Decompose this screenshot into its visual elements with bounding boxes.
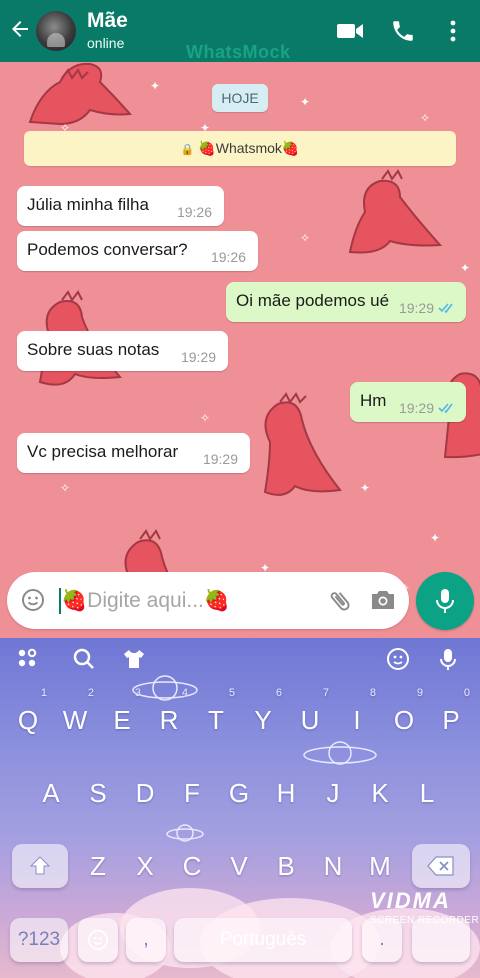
message-time: 19:29 bbox=[398, 300, 434, 316]
dinosaur-wallpaper-icon bbox=[348, 169, 443, 254]
date-chip: HOJE bbox=[212, 84, 268, 112]
sparkle-icon: ✧ bbox=[300, 231, 311, 245]
sparkle-icon: ✧ bbox=[420, 111, 431, 125]
symbols-key[interactable]: ?123 bbox=[10, 918, 68, 962]
contact-status: online bbox=[87, 35, 125, 51]
sparkle-icon: ✧ bbox=[200, 411, 211, 425]
app-watermark: WhatsMock bbox=[186, 42, 291, 62]
sparkle-icon: ✦ bbox=[150, 79, 161, 93]
sticker-icon[interactable] bbox=[386, 647, 410, 671]
message-text: Oi mãe podemos ué bbox=[236, 291, 390, 310]
vidma-logo: VIDMA bbox=[370, 888, 451, 913]
message-time: 19:29 bbox=[398, 400, 434, 416]
key-h[interactable]: H bbox=[263, 769, 309, 817]
on-screen-keyboard: Q1 W2 E3 R4 T5 Y6 U7 I8 O9 P0 A S D F G … bbox=[0, 638, 480, 978]
screen-recorder-watermark: VIDMA SCREEN RECORDER bbox=[370, 888, 479, 926]
read-receipt-icon bbox=[438, 303, 453, 314]
microphone-icon bbox=[436, 589, 454, 613]
message-input[interactable] bbox=[61, 585, 311, 617]
sparkle-icon: ✦ bbox=[360, 481, 371, 495]
phone-call-icon[interactable] bbox=[389, 18, 417, 44]
voice-message-button[interactable] bbox=[416, 572, 474, 630]
more-options-icon[interactable] bbox=[443, 18, 463, 44]
emoji-icon[interactable] bbox=[21, 588, 45, 612]
key-g[interactable]: G bbox=[216, 769, 262, 817]
apps-grid-icon[interactable] bbox=[16, 647, 40, 671]
key-d[interactable]: D bbox=[122, 769, 168, 817]
key-m[interactable]: M bbox=[357, 842, 403, 890]
key-c[interactable]: C bbox=[169, 842, 215, 890]
message-bubble[interactable]: Vc precisa melhorar 19:29 bbox=[17, 433, 250, 473]
key-v[interactable]: V bbox=[216, 842, 262, 890]
key-x[interactable]: X bbox=[122, 842, 168, 890]
chat-area[interactable]: ✦ ✦ ✧ ✧ ✦ ✦ ✧ ✦ ✧ ✦ ✦ ✧ ✦ ✧ ✦ HOJE 🔒🍓Wha… bbox=[0, 62, 480, 638]
message-time: 19:26 bbox=[176, 204, 212, 220]
key-q[interactable]: Q1 bbox=[5, 688, 51, 744]
key-n[interactable]: N bbox=[310, 842, 356, 890]
read-receipt-icon bbox=[438, 403, 453, 414]
key-t[interactable]: T5 bbox=[193, 688, 239, 744]
key-s[interactable]: S bbox=[75, 769, 121, 817]
key-p[interactable]: P0 bbox=[428, 688, 474, 744]
key-f[interactable]: F bbox=[169, 769, 215, 817]
emoji-key[interactable] bbox=[78, 918, 118, 962]
emoji-icon bbox=[87, 929, 109, 951]
key-a[interactable]: A bbox=[28, 769, 74, 817]
back-arrow-icon[interactable] bbox=[8, 17, 32, 41]
message-time: 19:29 bbox=[202, 451, 238, 467]
message-bubble[interactable]: Oi mãe podemos ué 19:29 bbox=[226, 282, 466, 322]
contact-avatar[interactable] bbox=[36, 11, 76, 51]
message-text: Sobre suas notas bbox=[27, 340, 160, 359]
message-bubble[interactable]: Júlia minha filha 19:26 bbox=[17, 186, 224, 226]
vidma-subtitle: SCREEN RECORDER bbox=[370, 915, 480, 926]
message-text: Hm bbox=[360, 391, 387, 410]
sparkle-icon: ✦ bbox=[430, 531, 441, 545]
lock-icon: 🔒 bbox=[180, 144, 195, 156]
attachment-icon[interactable] bbox=[327, 587, 353, 615]
key-r[interactable]: R4 bbox=[146, 688, 192, 744]
message-time: 19:29 bbox=[180, 349, 216, 365]
message-bubble[interactable]: Hm 19:29 bbox=[350, 382, 466, 422]
contact-name[interactable]: Mãe bbox=[87, 9, 128, 33]
key-o[interactable]: O9 bbox=[381, 688, 427, 744]
key-z[interactable]: Z bbox=[75, 842, 121, 890]
theme-shirt-icon[interactable] bbox=[122, 647, 146, 671]
search-icon[interactable] bbox=[72, 647, 96, 671]
keyboard-toolbar bbox=[0, 638, 480, 680]
message-bubble[interactable]: Sobre suas notas 19:29 bbox=[17, 331, 228, 371]
shift-key[interactable] bbox=[12, 844, 68, 888]
video-call-icon[interactable] bbox=[336, 18, 364, 44]
key-e[interactable]: E3 bbox=[99, 688, 145, 744]
camera-icon[interactable] bbox=[369, 588, 397, 612]
message-bubble[interactable]: Podemos conversar? 19:26 bbox=[17, 231, 258, 271]
key-l[interactable]: L bbox=[404, 769, 450, 817]
sparkle-icon: ✦ bbox=[460, 261, 471, 275]
backspace-key[interactable] bbox=[412, 844, 470, 888]
voice-input-icon[interactable] bbox=[436, 647, 460, 671]
shift-arrow-icon bbox=[29, 856, 51, 875]
key-j[interactable]: J bbox=[310, 769, 356, 817]
encryption-notice[interactable]: 🔒 🍓Whatsmok🍓 bbox=[24, 131, 456, 166]
backspace-icon bbox=[427, 856, 454, 876]
message-text: Podemos conversar? bbox=[27, 240, 188, 259]
message-text: Vc precisa melhorar bbox=[27, 442, 179, 461]
notice-text: 🍓Whatsmok🍓 bbox=[198, 140, 300, 156]
key-b[interactable]: B bbox=[263, 842, 309, 890]
message-time: 19:26 bbox=[210, 249, 246, 265]
key-k[interactable]: K bbox=[357, 769, 403, 817]
key-i[interactable]: I8 bbox=[334, 688, 380, 744]
key-y[interactable]: Y6 bbox=[240, 688, 286, 744]
space-bar[interactable]: Português bbox=[174, 918, 352, 962]
chat-header: Mãe online WhatsMock bbox=[0, 0, 480, 62]
message-composer bbox=[7, 572, 409, 629]
message-text: Júlia minha filha bbox=[27, 195, 149, 214]
sparkle-icon: ✧ bbox=[60, 481, 71, 495]
dinosaur-wallpaper-icon bbox=[28, 62, 133, 126]
dinosaur-wallpaper-icon bbox=[263, 392, 342, 496]
comma-key[interactable]: , bbox=[126, 918, 166, 962]
key-w[interactable]: W2 bbox=[52, 688, 98, 744]
key-u[interactable]: U7 bbox=[287, 688, 333, 744]
sparkle-icon: ✦ bbox=[300, 95, 311, 109]
